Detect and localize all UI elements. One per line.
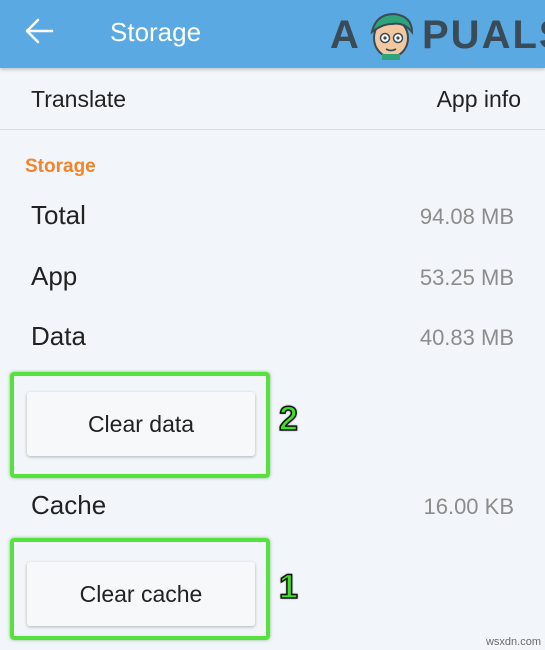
page-title: Storage xyxy=(110,17,202,47)
data-value: 40.83 MB xyxy=(419,325,514,350)
storage-section-label: Storage xyxy=(25,156,96,177)
back-button[interactable] xyxy=(22,16,56,46)
total-value: 94.08 MB xyxy=(419,204,514,229)
watermark-letter-a: A xyxy=(330,13,361,57)
app-bar: Storage A PUALS xyxy=(0,0,545,68)
app-size-value: 53.25 MB xyxy=(419,265,514,290)
total-label: Total xyxy=(31,200,86,230)
data-label: Data xyxy=(31,321,86,351)
brand-watermark: A PUALS xyxy=(330,8,545,60)
app-info-label: App info xyxy=(436,86,521,112)
arrow-left-icon xyxy=(25,18,54,44)
app-name: Translate xyxy=(31,86,127,112)
app-size-label: App xyxy=(31,261,78,291)
watermark-letters: PUALS xyxy=(422,13,545,57)
step-number-1: 1 xyxy=(278,567,298,607)
cache-value: 16.00 KB xyxy=(423,494,514,519)
clear-data-button[interactable]: Clear data xyxy=(27,392,255,456)
source-watermark: wsxdn.com xyxy=(485,636,541,648)
clear-cache-button[interactable]: Clear cache xyxy=(27,562,255,626)
step-number-2: 2 xyxy=(278,399,298,439)
app-info-header: Translate App info xyxy=(0,68,545,130)
mascot-icon xyxy=(370,12,414,60)
cache-label: Cache xyxy=(31,490,107,520)
